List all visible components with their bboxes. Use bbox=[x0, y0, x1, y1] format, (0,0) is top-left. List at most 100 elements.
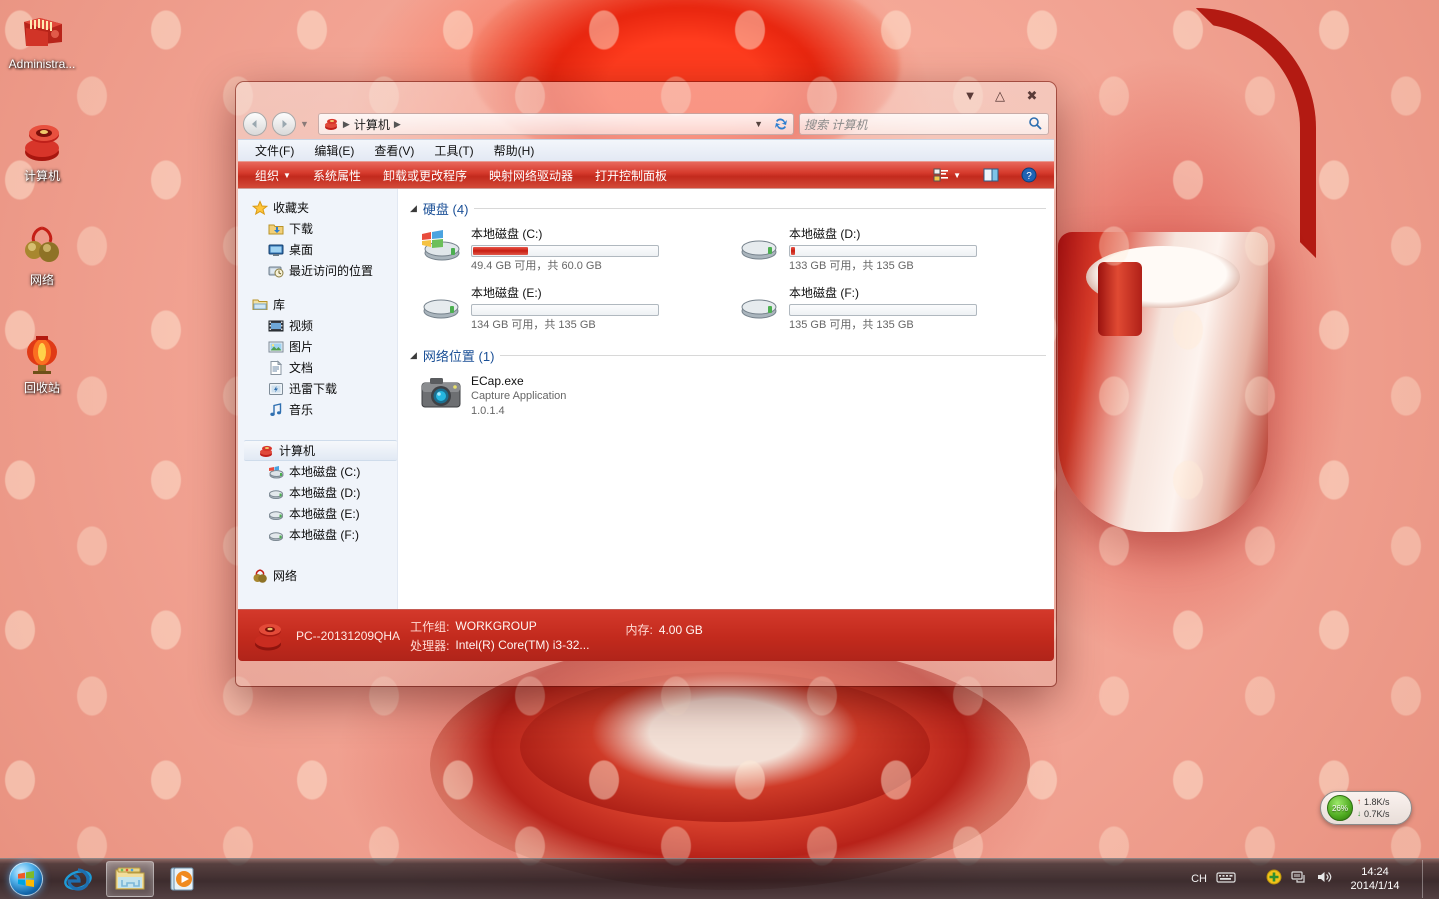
sidebar-item-desktop[interactable]: 桌面 bbox=[238, 239, 397, 260]
desktop-icon-recycle-bin[interactable]: 回收站 bbox=[4, 330, 80, 395]
history-dropdown-icon[interactable]: ▼ bbox=[300, 119, 309, 129]
menu-bar[interactable]: 文件(F) 编辑(E) 查看(V) 工具(T) 帮助(H) bbox=[238, 139, 1054, 161]
content-pane[interactable]: ◢ 硬盘 (4) 本地磁盘 (C:) 49.4 GB 可用，共 60.0 GB … bbox=[398, 189, 1054, 609]
taskbar-button-windows-explorer[interactable] bbox=[106, 861, 154, 897]
processor-key: 处理器: bbox=[410, 638, 450, 653]
address-dropdown-icon[interactable]: ▼ bbox=[754, 119, 763, 129]
volume-icon[interactable] bbox=[1316, 869, 1332, 890]
sidebar-item-drive-d[interactable]: 本地磁盘 (D:) bbox=[238, 482, 397, 503]
ime-indicator[interactable]: CH bbox=[1191, 873, 1207, 885]
drive-tile-d[interactable]: 本地磁盘 (D:) 133 GB 可用，共 135 GB bbox=[728, 224, 1046, 283]
back-button[interactable] bbox=[243, 112, 267, 136]
search-icon[interactable] bbox=[1028, 116, 1044, 132]
maximize-button[interactable]: △ bbox=[987, 86, 1013, 104]
sidebar-item-drive-e[interactable]: 本地磁盘 (E:) bbox=[238, 503, 397, 524]
uninstall-program-button[interactable]: 卸载或更改程序 bbox=[372, 164, 478, 187]
collapse-icon[interactable]: ◢ bbox=[410, 203, 417, 214]
drive-usage-bar bbox=[789, 304, 977, 316]
system-drive-icon bbox=[420, 227, 462, 263]
window-titlebar[interactable]: ▼ △ ✖ bbox=[237, 83, 1055, 109]
wallpaper-cup-handle bbox=[1196, 8, 1316, 258]
action-center-icon[interactable] bbox=[1266, 869, 1282, 890]
clock[interactable]: 14:24 2014/1/14 bbox=[1341, 865, 1409, 893]
keyboard-icon[interactable] bbox=[1216, 870, 1236, 889]
open-control-panel-button[interactable]: 打开控制面板 bbox=[584, 164, 678, 187]
organize-button[interactable]: 组织 ▼ bbox=[244, 164, 302, 187]
taskbar-button-internet-explorer[interactable] bbox=[54, 861, 102, 897]
network-location-tiles: ECap.exe Capture Application 1.0.1.4 bbox=[410, 371, 1046, 428]
close-button[interactable]: ✖ bbox=[1019, 86, 1045, 104]
search-input[interactable]: 搜索 计算机 bbox=[799, 113, 1049, 135]
system-tray[interactable]: CH 14:24 2014/1/14 bbox=[1191, 860, 1439, 898]
chevron-down-icon: ▼ bbox=[283, 170, 291, 180]
red-envelope-folder-icon bbox=[18, 6, 66, 54]
group-header-hard-disks[interactable]: ◢ 硬盘 (4) bbox=[410, 199, 1046, 218]
drive-usage-bar bbox=[471, 304, 659, 316]
breadcrumb-separator-2[interactable]: ▶ bbox=[394, 119, 401, 130]
minimize-button[interactable]: ▼ bbox=[957, 86, 983, 104]
wallpaper-saucer-inner bbox=[520, 672, 930, 822]
sidebar-item-music[interactable]: 音乐 bbox=[238, 399, 397, 420]
taskbar[interactable]: CH 14:24 2014/1/14 bbox=[0, 858, 1439, 899]
group-header-network-locations[interactable]: ◢ 网络位置 (1) bbox=[410, 346, 1046, 365]
sidebar-item-computer[interactable]: 计算机 bbox=[244, 440, 397, 461]
view-options-button[interactable]: ▼ bbox=[922, 164, 972, 186]
breadcrumb[interactable]: ▶ 计算机 ▶ ▼ bbox=[317, 113, 794, 135]
sidebar-item-recent-places[interactable]: 最近访问的位置 bbox=[238, 260, 397, 281]
svg-text:?: ? bbox=[1026, 171, 1032, 182]
app-tile-ecap[interactable]: ECap.exe Capture Application 1.0.1.4 bbox=[410, 371, 728, 428]
menu-item-tools[interactable]: 工具(T) bbox=[425, 140, 482, 161]
picture-icon bbox=[268, 339, 284, 355]
desktop-icon-administrator[interactable]: Administra... bbox=[4, 6, 80, 71]
desktop-icon-computer[interactable]: 计算机 bbox=[4, 118, 80, 183]
explorer-window[interactable]: ▼ △ ✖ ▼ ▶ 计算机 ▶ ▼ 搜索 计算机 文件(F) 编辑(E) 查看(… bbox=[236, 82, 1056, 686]
menu-item-help[interactable]: 帮助(H) bbox=[485, 140, 544, 161]
command-toolbar[interactable]: 组织 ▼ 系统属性 卸载或更改程序 映射网络驱动器 打开控制面板 ▼ ? bbox=[238, 161, 1054, 188]
memory-value: 4.00 GB bbox=[658, 622, 703, 637]
navigation-pane[interactable]: 收藏夹 下载 桌面 最近访问的位置 库 视频 图片 文档 迅雷下载 音乐 计算机… bbox=[238, 189, 398, 609]
drive-meta: 本地磁盘 (F:) 135 GB 可用，共 135 GB bbox=[789, 286, 1046, 333]
start-button[interactable] bbox=[2, 860, 50, 898]
status-bar[interactable]: PC--20131209QHA 工作组: WORKGROUP 处理器: Inte… bbox=[238, 609, 1054, 661]
chevron-down-icon[interactable]: ▼ bbox=[953, 171, 961, 180]
drive-tile-e[interactable]: 本地磁盘 (E:) 134 GB 可用，共 135 GB bbox=[410, 283, 728, 342]
sidebar-label: 本地磁盘 (D:) bbox=[289, 486, 361, 500]
help-button[interactable]: ? bbox=[1010, 164, 1048, 186]
taskbar-button-media-player[interactable] bbox=[158, 861, 206, 897]
upload-rate: 1.8K/s bbox=[1364, 797, 1390, 807]
refresh-icon[interactable] bbox=[773, 116, 789, 132]
sidebar-item-favorites[interactable]: 收藏夹 bbox=[238, 197, 397, 218]
collapse-icon[interactable]: ◢ bbox=[410, 350, 417, 361]
window-body: 收藏夹 下载 桌面 最近访问的位置 库 视频 图片 文档 迅雷下载 音乐 计算机… bbox=[238, 188, 1054, 609]
menu-item-edit[interactable]: 编辑(E) bbox=[305, 140, 363, 161]
network-tray-icon[interactable] bbox=[1291, 869, 1307, 890]
menu-item-view[interactable]: 查看(V) bbox=[365, 140, 423, 161]
network-speed-meter[interactable]: 26% ↑ 1.8K/s ↓ 0.7K/s bbox=[1320, 791, 1412, 825]
address-bar[interactable]: ▼ ▶ 计算机 ▶ ▼ 搜索 计算机 bbox=[243, 109, 1049, 139]
sidebar-item-videos[interactable]: 视频 bbox=[238, 315, 397, 336]
drive-tile-f[interactable]: 本地磁盘 (F:) 135 GB 可用，共 135 GB bbox=[728, 283, 1046, 342]
sidebar-item-downloads[interactable]: 下载 bbox=[238, 218, 397, 239]
desktop-icon-label: 计算机 bbox=[23, 169, 60, 183]
sidebar-item-thunder-downloads[interactable]: 迅雷下载 bbox=[238, 378, 397, 399]
desktop-icon-network[interactable]: 网络 bbox=[4, 222, 80, 287]
preview-pane-button[interactable] bbox=[972, 164, 1010, 186]
system-properties-button[interactable]: 系统属性 bbox=[302, 164, 372, 187]
download-rate: 0.7K/s bbox=[1364, 809, 1390, 819]
sidebar-label: 迅雷下载 bbox=[289, 382, 338, 396]
sidebar-item-documents[interactable]: 文档 bbox=[238, 357, 397, 378]
menu-item-file[interactable]: 文件(F) bbox=[246, 140, 303, 161]
drive-meta: 本地磁盘 (D:) 133 GB 可用，共 135 GB bbox=[789, 227, 1046, 274]
music-icon bbox=[268, 402, 284, 418]
sidebar-item-network[interactable]: 网络 bbox=[238, 565, 397, 586]
map-network-drive-button[interactable]: 映射网络驱动器 bbox=[478, 164, 584, 187]
sidebar-item-drive-f[interactable]: 本地磁盘 (F:) bbox=[238, 524, 397, 545]
drive-tile-c[interactable]: 本地磁盘 (C:) 49.4 GB 可用，共 60.0 GB bbox=[410, 224, 728, 283]
show-desktop-button[interactable] bbox=[1422, 860, 1433, 898]
sidebar-label: 文档 bbox=[289, 361, 314, 375]
sidebar-item-libraries[interactable]: 库 bbox=[238, 294, 397, 315]
breadcrumb-item-computer[interactable]: 计算机 bbox=[354, 116, 390, 133]
sidebar-item-pictures[interactable]: 图片 bbox=[238, 336, 397, 357]
sidebar-item-drive-c[interactable]: 本地磁盘 (C:) bbox=[238, 461, 397, 482]
forward-button[interactable] bbox=[272, 112, 296, 136]
